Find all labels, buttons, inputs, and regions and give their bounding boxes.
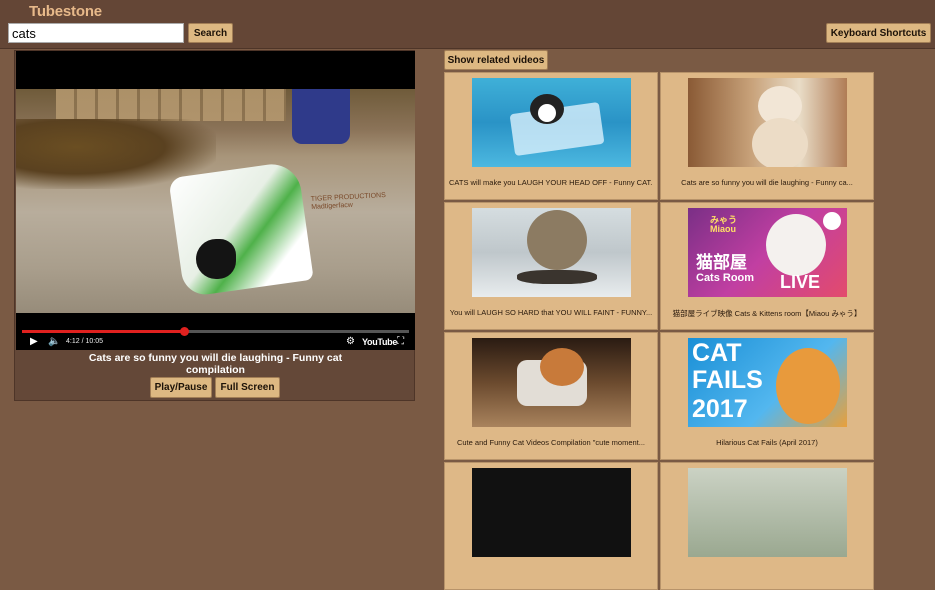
thumb-cat — [527, 210, 587, 270]
progress-bar[interactable] — [22, 327, 409, 336]
time-display: 4:12 / 10:05 — [66, 338, 103, 345]
video-thumbnail[interactable] — [472, 78, 631, 167]
youtube-logo[interactable]: YouTube — [362, 337, 397, 347]
volume-icon[interactable]: 🔈 — [48, 337, 60, 347]
video-thumbnail[interactable] — [688, 78, 847, 167]
video-watermark: TIGER PRODUCTIONS Madtigerfacw — [311, 192, 387, 212]
video-scene-bucket — [292, 89, 350, 144]
video-card[interactable]: Cats are so funny you will die laughing … — [660, 72, 874, 200]
show-related-videos-button[interactable]: Show related videos — [444, 50, 548, 70]
play-pause-button[interactable]: Play/Pause — [150, 377, 212, 398]
video-card[interactable]: CAT FAILS 2017 Hilarious Cat Fails (Apri… — [660, 332, 874, 460]
player-controls: ▶ 🔈 4:12 / 10:05 ⚙ YouTube ⛶ — [16, 326, 415, 350]
video-thumbnail[interactable]: みゃう Miaou 猫部屋 Cats Room LIVE — [688, 208, 847, 297]
video-card[interactable] — [444, 462, 658, 590]
video-frame[interactable]: TIGER PRODUCTIONS Madtigerfacw — [16, 89, 415, 313]
thumb-text: 猫部屋 — [696, 253, 747, 272]
video-card[interactable] — [660, 462, 874, 590]
top-bar: Tubestone Search Keyboard Shortcuts — [0, 0, 935, 49]
video-scene-cat — [196, 239, 236, 279]
video-scene-fence — [56, 89, 286, 121]
fullscreen-icon[interactable]: ⛶ — [397, 337, 404, 347]
video-card[interactable]: You will LAUGH SO HARD that YOU WILL FAI… — [444, 202, 658, 330]
video-thumbnail[interactable]: CAT FAILS 2017 — [688, 338, 847, 427]
full-screen-button[interactable]: Full Screen — [215, 377, 280, 398]
video-thumbnail[interactable] — [472, 468, 631, 557]
progress-fill — [22, 330, 184, 333]
settings-icon[interactable]: ⚙ — [346, 337, 355, 347]
video-card-title[interactable]: Cats are so funny you will die laughing … — [665, 178, 869, 187]
thumb-text: FAILS — [692, 366, 763, 394]
player-panel: TIGER PRODUCTIONS Madtigerfacw ▶ 🔈 4:12 … — [14, 50, 415, 401]
video-card[interactable]: Cute and Funny Cat Videos Compilation "c… — [444, 332, 658, 460]
video-thumbnail[interactable] — [472, 208, 631, 297]
thumb-text: LIVE — [780, 272, 821, 292]
paw-icon — [823, 212, 841, 230]
play-icon[interactable]: ▶ — [30, 337, 38, 347]
thumb-text: Miaou — [710, 224, 736, 234]
video-thumbnail[interactable] — [472, 338, 631, 427]
thumb-kitten — [766, 214, 826, 276]
thumb-cat-body — [752, 118, 808, 167]
keyboard-shortcuts-button[interactable]: Keyboard Shortcuts — [826, 23, 931, 43]
video-card-title[interactable]: Cute and Funny Cat Videos Compilation "c… — [449, 438, 653, 447]
thumb-text: CAT — [692, 339, 742, 367]
video-card-title[interactable]: You will LAUGH SO HARD that YOU WILL FAI… — [449, 308, 653, 317]
thumb-text: Cats Room — [696, 272, 755, 284]
video-thumbnail[interactable] — [688, 468, 847, 557]
video-card-title[interactable]: 猫部屋ライブ映像 Cats & Kittens room【Miaou みゃう】 — [665, 308, 869, 319]
video-card[interactable]: みゃう Miaou 猫部屋 Cats Room LIVE 猫部屋ライブ映像 Ca… — [660, 202, 874, 330]
search-input[interactable] — [8, 23, 184, 43]
thumb-cat-face — [538, 104, 556, 122]
video-title: Cats are so funny you will die laughing … — [88, 352, 343, 376]
thumb-cat-head — [540, 348, 584, 386]
search-button[interactable]: Search — [188, 23, 233, 43]
app-logo[interactable]: Tubestone — [29, 3, 102, 20]
video-player[interactable]: TIGER PRODUCTIONS Madtigerfacw ▶ 🔈 4:12 … — [16, 51, 415, 350]
video-card[interactable]: CATS will make you LAUGH YOUR HEAD OFF -… — [444, 72, 658, 200]
video-scene-bag — [168, 160, 314, 298]
related-videos-grid: CATS will make you LAUGH YOUR HEAD OFF -… — [444, 72, 874, 590]
video-card-title[interactable]: Hilarious Cat Fails (April 2017) — [665, 438, 869, 447]
video-card-title[interactable]: CATS will make you LAUGH YOUR HEAD OFF -… — [449, 178, 653, 187]
thumb-shadow — [517, 270, 597, 284]
progress-knob[interactable] — [179, 327, 189, 336]
thumb-cat — [776, 348, 840, 424]
thumb-text: 2017 — [692, 395, 748, 423]
